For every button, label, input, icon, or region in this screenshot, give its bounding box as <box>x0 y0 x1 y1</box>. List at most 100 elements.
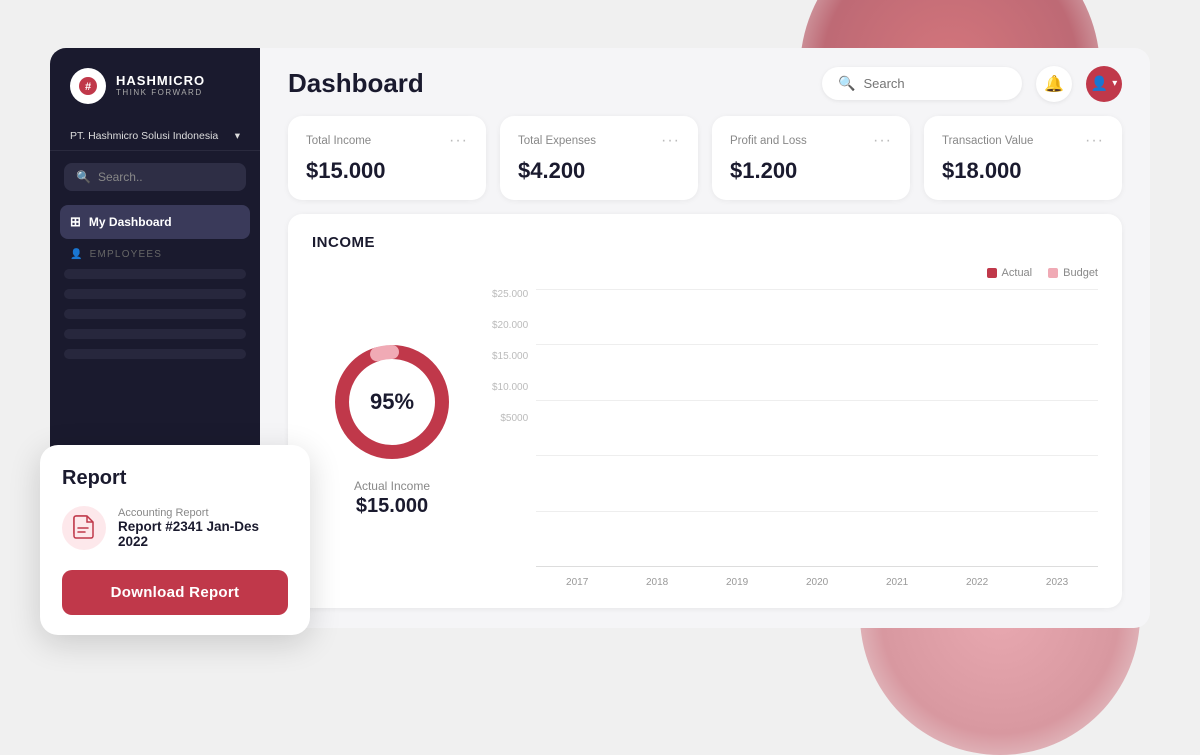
income-card: INCOME <box>288 214 1122 608</box>
search-icon: 🔍 <box>838 75 855 92</box>
header: Dashboard 🔍 🔔 👤 ▾ <box>260 48 1150 116</box>
y-label-1: $20.000 <box>492 320 528 331</box>
section-label: EMPLOYEES <box>90 249 163 260</box>
y-axis-labels: $25.000 $20.000 $15.000 $10.000 $5000 <box>492 289 528 449</box>
grid-line-1 <box>536 344 1098 345</box>
grid-line-4 <box>536 511 1098 512</box>
grid-line-0 <box>536 289 1098 290</box>
stat-dots-2[interactable]: ··· <box>873 132 892 150</box>
x-label-2021: 2021 <box>860 577 934 588</box>
donut-percent: 95% <box>370 389 414 414</box>
report-item-title: Report #2341 Jan-Des 2022 <box>118 519 288 549</box>
bar-chart-body: 2017 2018 2019 2020 2021 2022 2023 <box>536 289 1098 588</box>
report-item: Accounting Report Report #2341 Jan-Des 2… <box>62 506 288 550</box>
stat-dots-1[interactable]: ··· <box>661 132 680 150</box>
sidebar-menu-bar-3[interactable] <box>64 309 246 319</box>
donut-center: 95% <box>370 389 414 415</box>
sidebar-menu-bar-2[interactable] <box>64 289 246 299</box>
x-axis-labels: 2017 2018 2019 2020 2021 2022 2023 <box>536 567 1098 588</box>
sidebar-logo: # HASHMICRO THINK FORWARD <box>50 68 260 122</box>
sidebar-search-icon: 🔍 <box>76 170 91 184</box>
sidebar-menu-bar-5[interactable] <box>64 349 246 359</box>
x-label-2023: 2023 <box>1020 577 1094 588</box>
donut-section: 95% Actual Income $15.000 <box>312 267 472 588</box>
stat-label-2: Profit and Loss <box>730 135 807 147</box>
stat-value-3: $18.000 <box>942 158 1104 184</box>
sidebar-section-employees: 👤 EMPLOYEES <box>50 239 260 264</box>
dashboard-icon: ⊞ <box>70 214 81 230</box>
bars-container <box>536 289 1098 567</box>
logo-text: HASHMICRO THINK FORWARD <box>116 74 205 97</box>
donut-label-text: Actual Income <box>354 479 430 493</box>
donut-chart: 95% <box>327 337 457 467</box>
chart-inner: $25.000 $20.000 $15.000 $10.000 $5000 <box>492 289 1098 588</box>
stat-dots-3[interactable]: ··· <box>1085 132 1104 150</box>
stat-label-3: Transaction Value <box>942 135 1033 147</box>
sidebar-menu-bar-4[interactable] <box>64 329 246 339</box>
x-label-2019: 2019 <box>700 577 774 588</box>
y-label-0: $25.000 <box>492 289 528 300</box>
report-file-icon <box>62 506 106 550</box>
stats-row: Total Income ··· $15.000 Total Expenses … <box>260 116 1150 214</box>
y-label-4: $5000 <box>492 413 528 424</box>
stat-card-0: Total Income ··· $15.000 <box>288 116 486 200</box>
stat-value-2: $1.200 <box>730 158 892 184</box>
income-title: INCOME <box>312 234 1098 251</box>
header-search-bar[interactable]: 🔍 <box>822 67 1022 100</box>
report-card-title: Report <box>62 467 288 490</box>
logo-subtitle: THINK FORWARD <box>116 88 205 97</box>
legend-actual: Actual <box>987 267 1033 279</box>
svg-text:#: # <box>85 81 91 93</box>
x-label-2020: 2020 <box>780 577 854 588</box>
company-selector[interactable]: PT. Hashmicro Solusi Indonesia ▾ <box>50 122 260 151</box>
stat-label-1: Total Expenses <box>518 135 596 147</box>
legend-budget-label: Budget <box>1063 267 1098 279</box>
report-item-text: Accounting Report Report #2341 Jan-Des 2… <box>118 507 288 549</box>
stat-dots-0[interactable]: ··· <box>449 132 468 150</box>
company-name: PT. Hashmicro Solusi Indonesia <box>70 130 218 142</box>
income-section: INCOME <box>260 214 1150 628</box>
stat-card-1: Total Expenses ··· $4.200 <box>500 116 698 200</box>
legend-actual-dot <box>987 268 997 278</box>
x-label-2018: 2018 <box>620 577 694 588</box>
avatar-chevron: ▾ <box>1112 78 1117 89</box>
legend-budget-dot <box>1048 268 1058 278</box>
grid-line-3 <box>536 455 1098 456</box>
stat-label-0: Total Income <box>306 135 371 147</box>
sidebar-menu-bar-1[interactable] <box>64 269 246 279</box>
y-label-2: $15.000 <box>492 351 528 362</box>
sidebar-search-bar[interactable]: 🔍 <box>64 163 246 191</box>
report-item-label: Accounting Report <box>118 507 288 519</box>
donut-amount: $15.000 <box>354 495 430 518</box>
download-report-button[interactable]: Download Report <box>62 570 288 615</box>
bar-chart-relative <box>536 289 1098 567</box>
search-input[interactable] <box>863 76 1006 91</box>
header-right: 🔍 🔔 👤 ▾ <box>822 66 1122 102</box>
legend-budget: Budget <box>1048 267 1098 279</box>
notification-button[interactable]: 🔔 <box>1036 66 1072 102</box>
chevron-down-icon: ▾ <box>235 130 240 142</box>
bar-chart-legend: Actual Budget <box>492 267 1098 279</box>
sidebar-item-label: My Dashboard <box>89 215 172 229</box>
sidebar-search-input[interactable] <box>98 170 234 184</box>
avatar-icon: 👤 <box>1091 75 1108 92</box>
x-label-2017: 2017 <box>540 577 614 588</box>
main-content: Dashboard 🔍 🔔 👤 ▾ Total Income <box>260 48 1150 628</box>
stat-value-0: $15.000 <box>306 158 468 184</box>
stat-card-2: Profit and Loss ··· $1.200 <box>712 116 910 200</box>
avatar-button[interactable]: 👤 ▾ <box>1086 66 1122 102</box>
logo-title: HASHMICRO <box>116 74 205 88</box>
x-label-2022: 2022 <box>940 577 1014 588</box>
y-label-3: $10.000 <box>492 382 528 393</box>
stat-value-1: $4.200 <box>518 158 680 184</box>
sidebar-item-dashboard[interactable]: ⊞ My Dashboard <box>60 205 250 239</box>
grid-line-2 <box>536 400 1098 401</box>
grid-line-5 <box>536 566 1098 567</box>
logo-icon: # <box>70 68 106 104</box>
donut-label: Actual Income $15.000 <box>354 479 430 518</box>
stat-card-3: Transaction Value ··· $18.000 <box>924 116 1122 200</box>
bar-chart-section: Actual Budget $25.000 $20.000 <box>492 267 1098 588</box>
legend-actual-label: Actual <box>1002 267 1033 279</box>
report-card: Report Accounting Report Report #2341 Ja… <box>40 445 310 635</box>
income-body: 95% Actual Income $15.000 <box>312 267 1098 588</box>
